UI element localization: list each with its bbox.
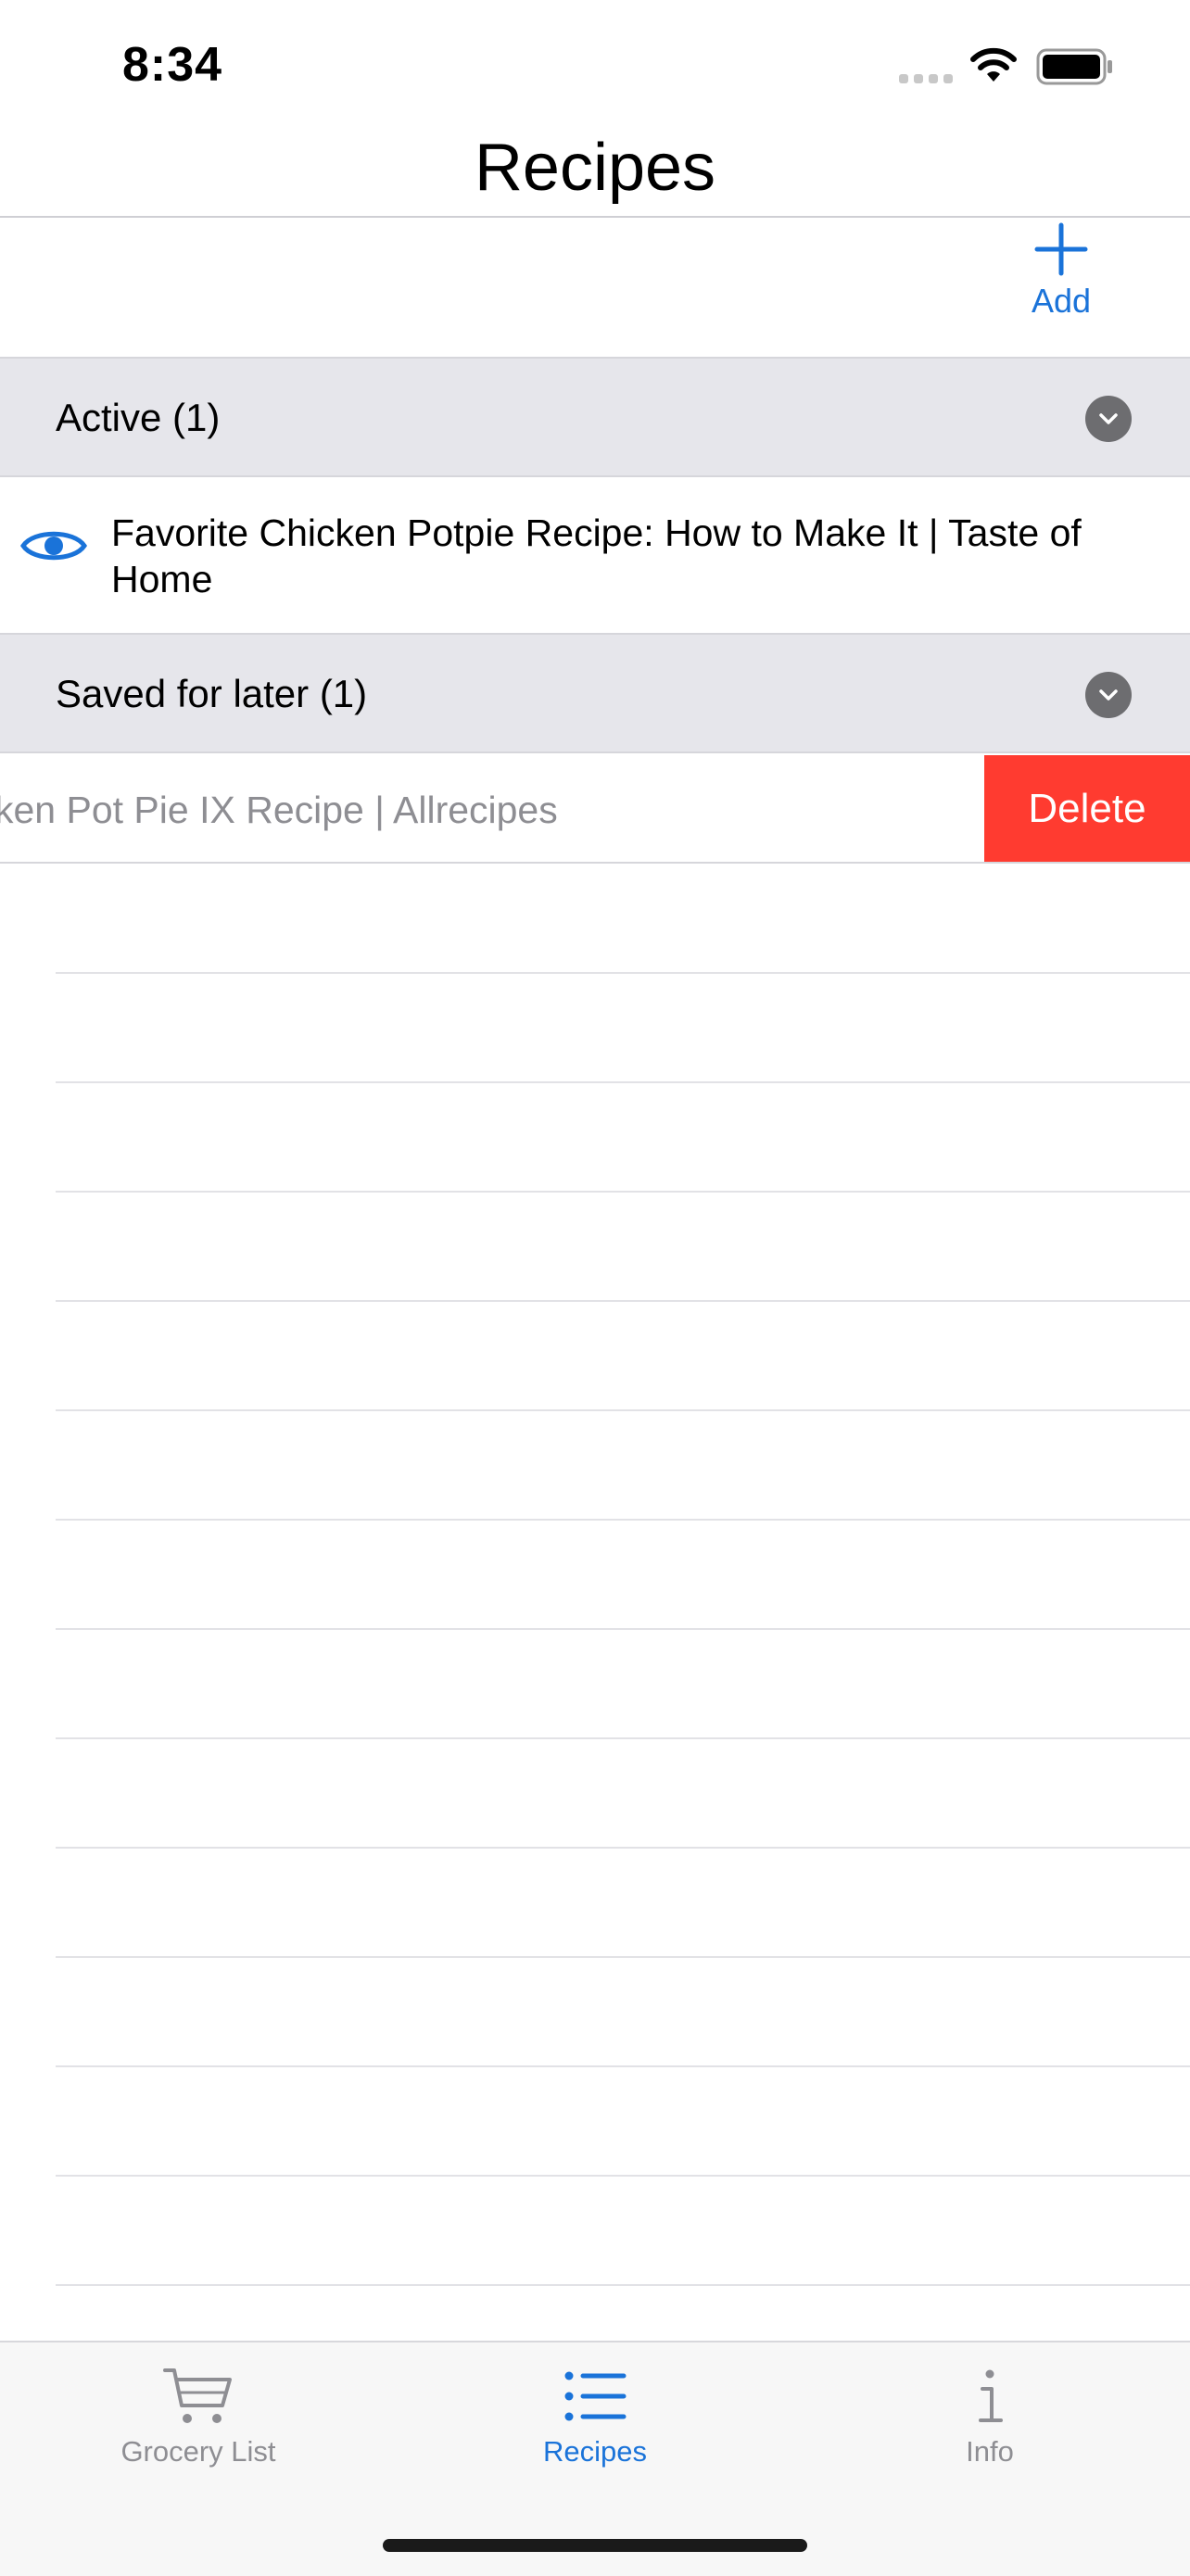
table-separator: [56, 2284, 1190, 2286]
table-separator: [56, 972, 1190, 974]
section-title-saved: Saved for later (1): [56, 672, 368, 715]
tab-recipes[interactable]: Recipes: [484, 2342, 706, 2491]
cart-icon: [163, 2368, 232, 2423]
add-label: Add: [1031, 282, 1092, 320]
recipe-title: Favorite Chicken Potpie Recipe: How to M…: [111, 511, 1082, 600]
tab-label: Grocery List: [120, 2435, 276, 2468]
table-separator: [56, 2175, 1190, 2177]
table-separator: [56, 1737, 1190, 1739]
cellular-signal-icon: [899, 74, 953, 83]
saved-recipe-title: ken Pot Pie IX Recipe | Allrecipes: [0, 789, 558, 831]
tab-label: Recipes: [543, 2435, 647, 2468]
delete-button[interactable]: Delete: [984, 755, 1190, 862]
section-header-saved[interactable]: Saved for later (1): [0, 633, 1190, 753]
nav-divider: [0, 216, 1190, 218]
chevron-down-icon[interactable]: [1085, 672, 1132, 718]
status-bar: 8:34: [0, 0, 1190, 130]
tab-info[interactable]: Info: [879, 2342, 1101, 2491]
table-separator: [56, 1956, 1190, 1958]
home-indicator: [383, 2539, 807, 2552]
tab-label: Info: [966, 2435, 1014, 2468]
table-separator: [56, 1300, 1190, 1302]
table-separator: [56, 1628, 1190, 1630]
add-button[interactable]: Add: [1010, 222, 1112, 347]
section-header-active[interactable]: Active (1): [0, 357, 1190, 477]
info-icon: [979, 2369, 1003, 2422]
table-separator: [56, 1847, 1190, 1849]
page-title: Recipes: [474, 131, 716, 205]
table-separator: [56, 1191, 1190, 1193]
status-time: 8:34: [122, 38, 223, 92]
table-separator: [56, 2065, 1190, 2067]
eye-icon[interactable]: [20, 524, 87, 567]
list-icon: [564, 2371, 627, 2421]
chevron-down-icon[interactable]: [1085, 396, 1132, 442]
battery-icon: [1036, 48, 1112, 85]
section-title-active: Active (1): [56, 396, 221, 439]
table-separator: [56, 1081, 1190, 1083]
plus-icon: [1034, 222, 1088, 276]
table-separator: [56, 1519, 1190, 1521]
wifi-icon: [970, 47, 1017, 82]
tab-grocery-list[interactable]: Grocery List: [87, 2342, 310, 2491]
list-item-saved-recipe[interactable]: ken Pot Pie IX Recipe | Allrecipes Delet…: [0, 755, 1190, 864]
table-separator: [56, 1409, 1190, 1411]
